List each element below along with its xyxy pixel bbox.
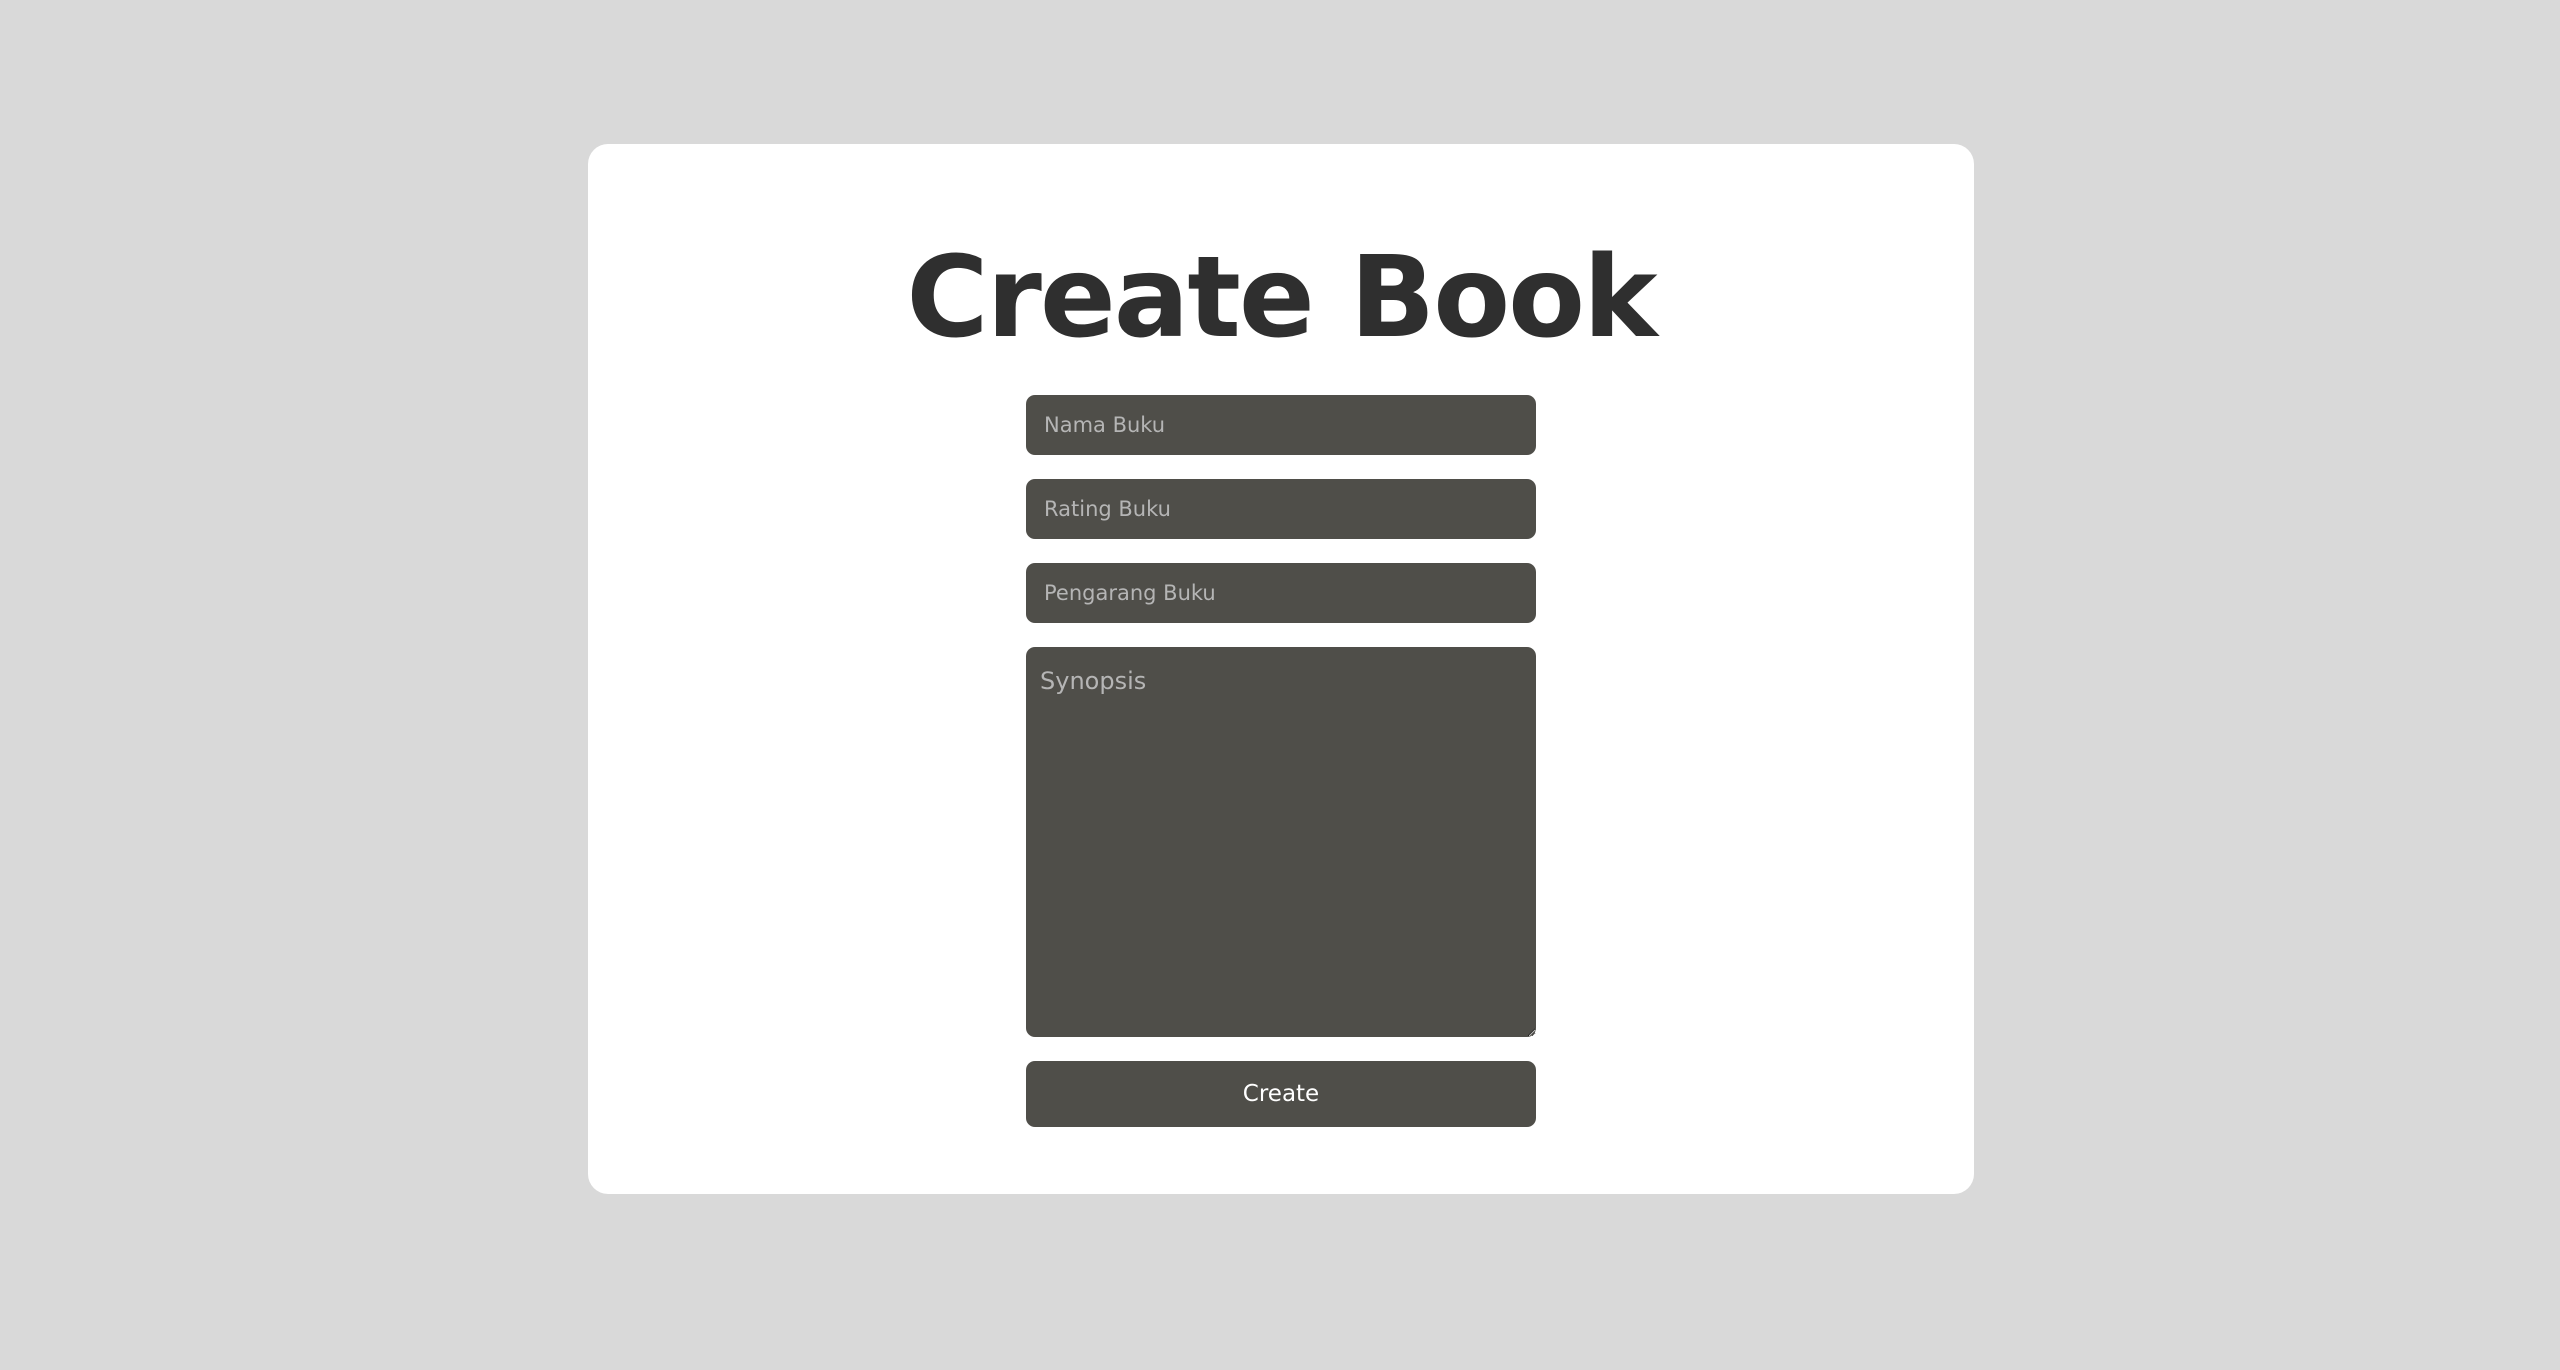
page-title: Create Book [906,233,1657,363]
create-book-form: Create [1026,395,1536,1127]
book-rating-input[interactable] [1026,479,1536,539]
create-book-card: Create Book Create [588,144,1974,1194]
book-author-input[interactable] [1026,563,1536,623]
book-name-input[interactable] [1026,395,1536,455]
create-button[interactable]: Create [1026,1061,1536,1127]
synopsis-textarea[interactable] [1026,647,1536,1037]
